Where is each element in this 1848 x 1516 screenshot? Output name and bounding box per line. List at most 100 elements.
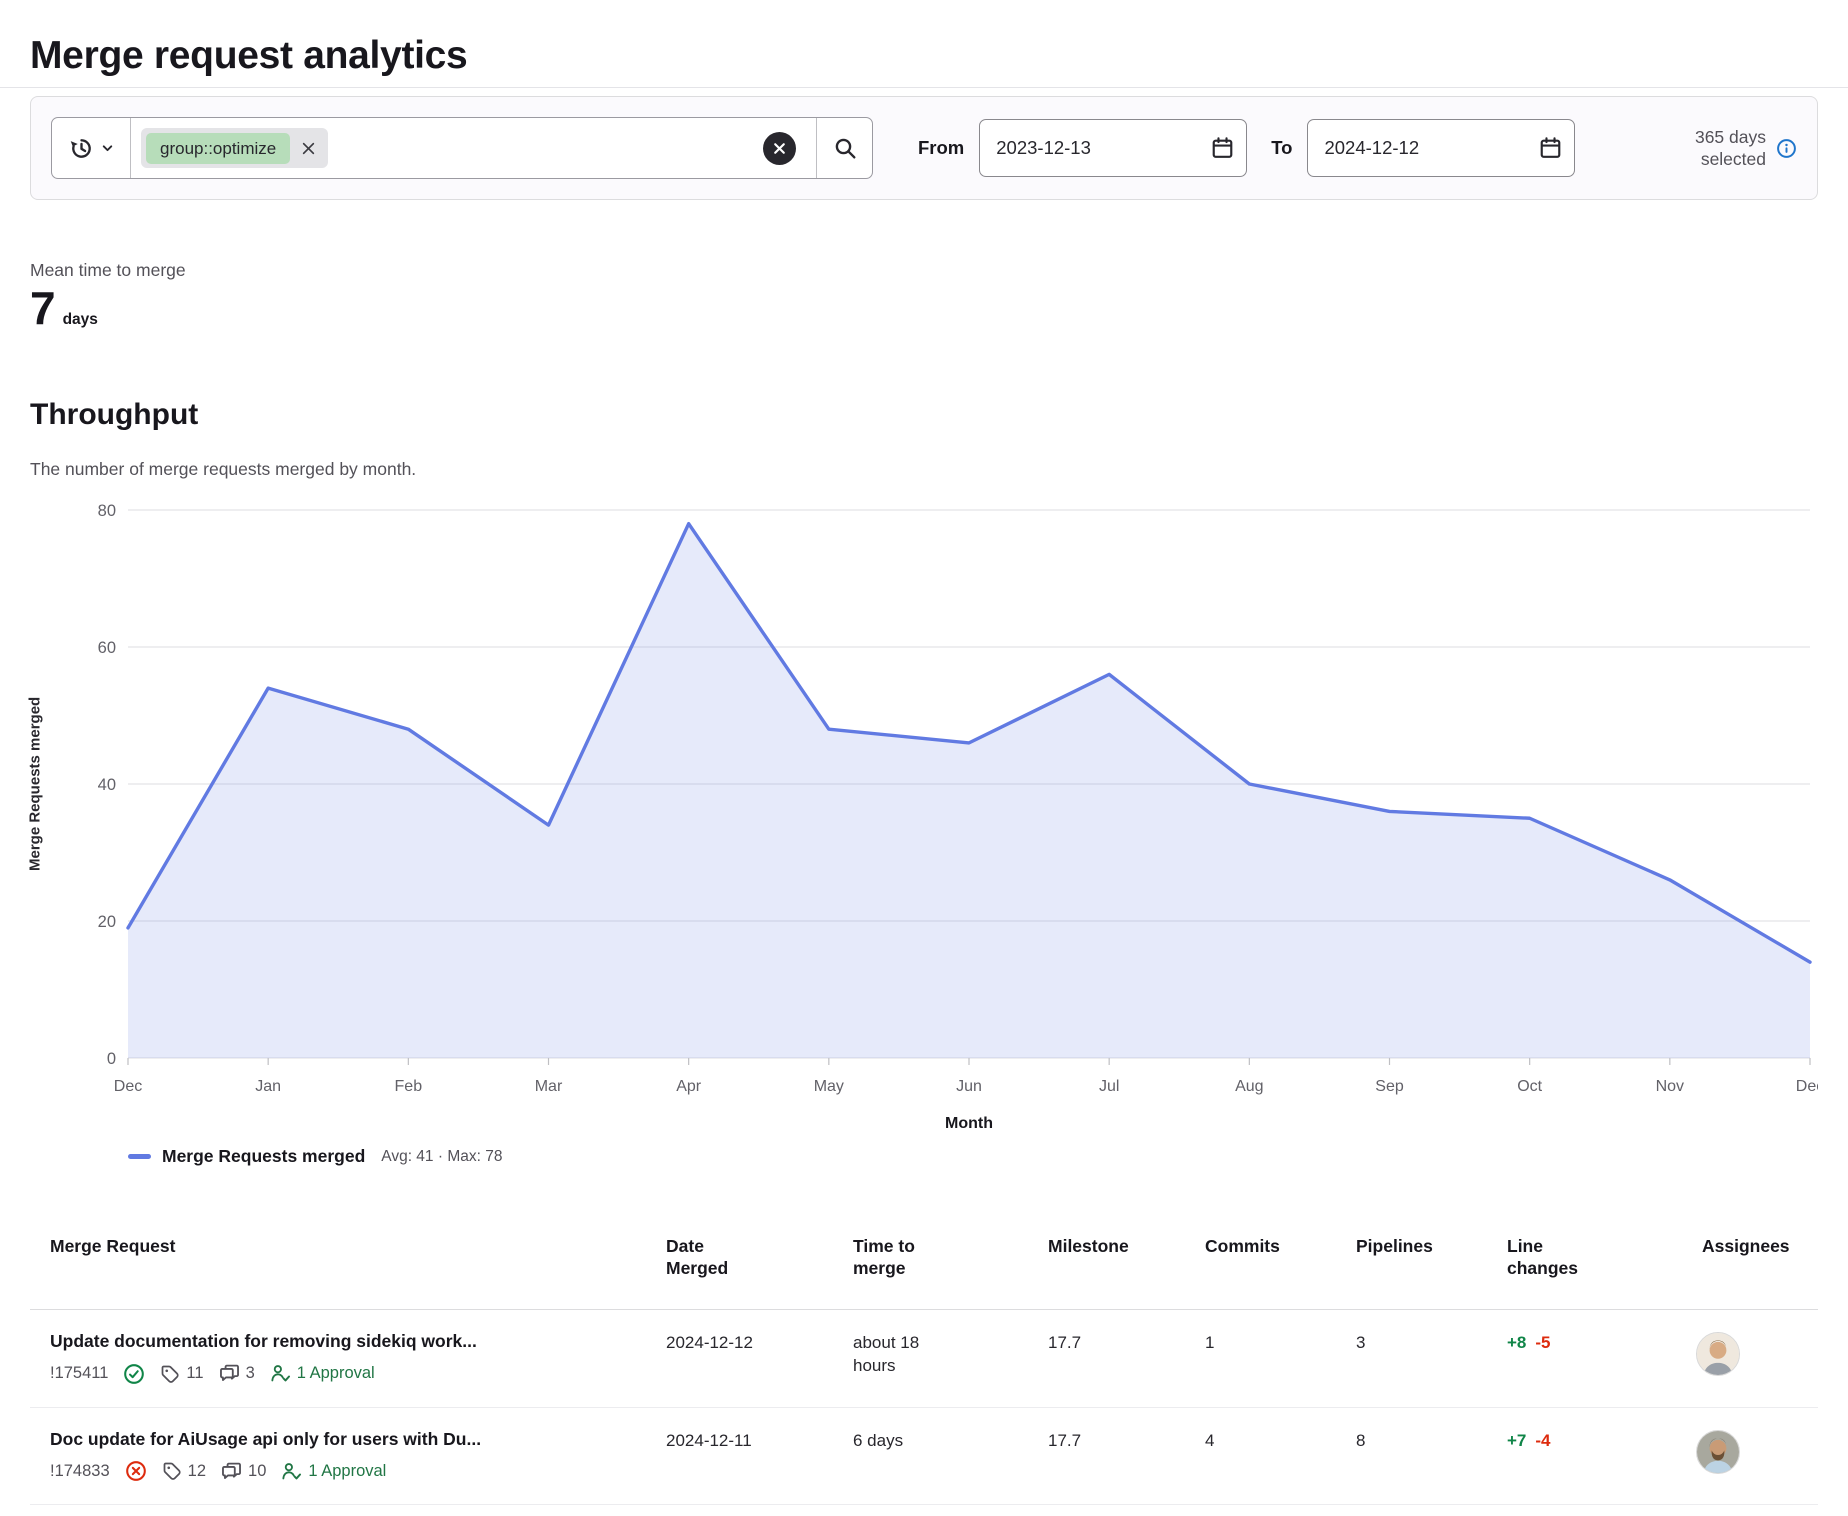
calendar-icon[interactable] — [1539, 137, 1562, 160]
table-header-row: Merge Request Date Merged Time to merge … — [30, 1222, 1818, 1310]
merge-request-analytics-page: Merge request analytics group::optimize — [0, 0, 1848, 1516]
y-tick-label: 0 — [107, 1050, 116, 1068]
deletions: -4 — [1535, 1431, 1550, 1450]
comments-icon — [219, 1363, 240, 1384]
col-line-changes: Line changes — [1507, 1236, 1702, 1309]
filter-token-label: group::optimize — [146, 133, 290, 164]
filtered-search-input[interactable] — [336, 138, 755, 158]
throughput-heading: Throughput — [30, 398, 198, 432]
x-tick-label: Jun — [956, 1078, 982, 1095]
comments-icon — [221, 1461, 242, 1482]
col-date-merged: Date Merged — [666, 1236, 853, 1309]
throughput-description: The number of merge requests merged by m… — [30, 459, 416, 480]
x-tick-label: Dec — [114, 1078, 142, 1095]
x-tick-label: Jul — [1099, 1078, 1119, 1095]
to-date-group: To — [1271, 119, 1575, 177]
legend-series-label: Merge Requests merged — [162, 1146, 365, 1167]
approvals: 1 Approval — [281, 1461, 386, 1482]
table-row: Update documentation for removing sideki… — [30, 1310, 1818, 1408]
mr-merged-status-icon — [123, 1363, 145, 1385]
from-label: From — [918, 137, 964, 159]
filter-token: group::optimize — [141, 128, 328, 168]
pipelines-cell: 3 — [1356, 1330, 1507, 1355]
approval-check-icon — [270, 1363, 291, 1384]
label-tag-icon — [162, 1461, 182, 1481]
mr-closed-status-icon — [125, 1460, 147, 1482]
additions: +8 — [1507, 1333, 1526, 1352]
y-tick-label: 40 — [98, 776, 116, 794]
merge-requests-table: Merge Request Date Merged Time to merge … — [30, 1222, 1818, 1505]
col-pipelines: Pipelines — [1356, 1236, 1507, 1309]
approval-check-icon — [281, 1461, 302, 1482]
labels-count[interactable]: 11 — [160, 1364, 203, 1384]
col-milestone: Milestone — [1048, 1236, 1205, 1309]
deletions: -5 — [1535, 1333, 1550, 1352]
x-tick-label: Feb — [395, 1078, 423, 1095]
commits-cell: 1 — [1205, 1330, 1356, 1355]
x-tick-label: Nov — [1656, 1078, 1684, 1095]
x-tick-label: Aug — [1235, 1078, 1263, 1095]
search-submit-button[interactable] — [816, 118, 872, 178]
col-commits: Commits — [1205, 1236, 1356, 1309]
calendar-icon[interactable] — [1211, 137, 1234, 160]
header-divider — [0, 87, 1848, 88]
line-changes-cell: +7 -4 — [1507, 1428, 1702, 1453]
labels-count[interactable]: 12 — [162, 1461, 206, 1481]
info-icon[interactable] — [1776, 138, 1797, 159]
additions: +7 — [1507, 1431, 1526, 1450]
y-tick-label: 80 — [98, 502, 116, 520]
legend-series-marker — [128, 1154, 151, 1159]
approvals: 1 Approval — [270, 1363, 375, 1384]
filter-token-remove-button[interactable] — [290, 130, 326, 166]
clear-search-button[interactable] — [763, 132, 796, 165]
filtered-search-input-area[interactable]: group::optimize — [131, 118, 816, 178]
col-merge-request: Merge Request — [50, 1236, 666, 1309]
y-tick-label: 20 — [98, 913, 116, 931]
milestone-cell: 17.7 — [1048, 1330, 1205, 1355]
col-assignees: Assignees — [1702, 1236, 1818, 1309]
throughput-chart-canvas[interactable]: 020406080DecJanFebMarAprMayJunJulAugSepO… — [30, 500, 1818, 1145]
chart-legend: Merge Requests merged Avg: 41 · Max: 78 — [128, 1146, 502, 1167]
days-selected-text: 365 days selected — [1660, 126, 1766, 171]
x-tick-label: May — [814, 1078, 844, 1095]
from-date-group: From — [918, 119, 1247, 177]
x-axis-title: Month — [945, 1115, 993, 1132]
comments-count[interactable]: 10 — [221, 1461, 266, 1482]
filter-bar: group::optimize From — [30, 96, 1818, 200]
days-selected: 365 days selected — [1660, 126, 1797, 171]
from-date-input[interactable] — [979, 119, 1247, 177]
date-merged-cell: 2024-12-12 — [666, 1330, 853, 1355]
filtered-search-box: group::optimize — [51, 117, 873, 179]
legend-series-stats: Avg: 41 · Max: 78 — [381, 1148, 502, 1166]
stat-label: Mean time to merge — [30, 260, 186, 281]
chevron-down-icon — [101, 142, 114, 155]
search-history-dropdown[interactable] — [52, 118, 131, 178]
stat-unit: days — [63, 311, 98, 329]
x-tick-label: Oct — [1517, 1078, 1542, 1095]
col-time-to-merge: Time to merge — [853, 1236, 1048, 1309]
label-tag-icon — [160, 1364, 180, 1384]
line-changes-cell: +8 -5 — [1507, 1330, 1702, 1355]
x-tick-label: Sep — [1375, 1078, 1404, 1095]
page-title: Merge request analytics — [30, 34, 467, 78]
pipelines-cell: 8 — [1356, 1428, 1507, 1453]
date-merged-cell: 2024-12-11 — [666, 1428, 853, 1453]
mean-time-to-merge-stat: Mean time to merge 7 days — [30, 260, 186, 331]
comments-count[interactable]: 3 — [219, 1363, 255, 1384]
series-area-fill — [128, 524, 1810, 1058]
x-tick-label: Dec — [1796, 1078, 1818, 1095]
commits-cell: 4 — [1205, 1428, 1356, 1453]
history-icon — [69, 136, 94, 161]
mr-title-link[interactable]: Update documentation for removing sideki… — [50, 1330, 666, 1354]
mr-title-link[interactable]: Doc update for AiUsage api only for user… — [50, 1428, 666, 1452]
mr-id: !175411 — [50, 1364, 108, 1383]
to-date-input[interactable] — [1307, 119, 1575, 177]
assignee-avatar[interactable] — [1696, 1332, 1740, 1376]
to-label: To — [1271, 137, 1292, 159]
y-tick-label: 60 — [98, 639, 116, 657]
table-row: Doc update for AiUsage api only for user… — [30, 1408, 1818, 1506]
search-icon — [833, 136, 857, 160]
stat-value: 7 — [30, 285, 56, 331]
mr-id: !174833 — [50, 1462, 110, 1481]
assignee-avatar[interactable] — [1696, 1430, 1740, 1474]
